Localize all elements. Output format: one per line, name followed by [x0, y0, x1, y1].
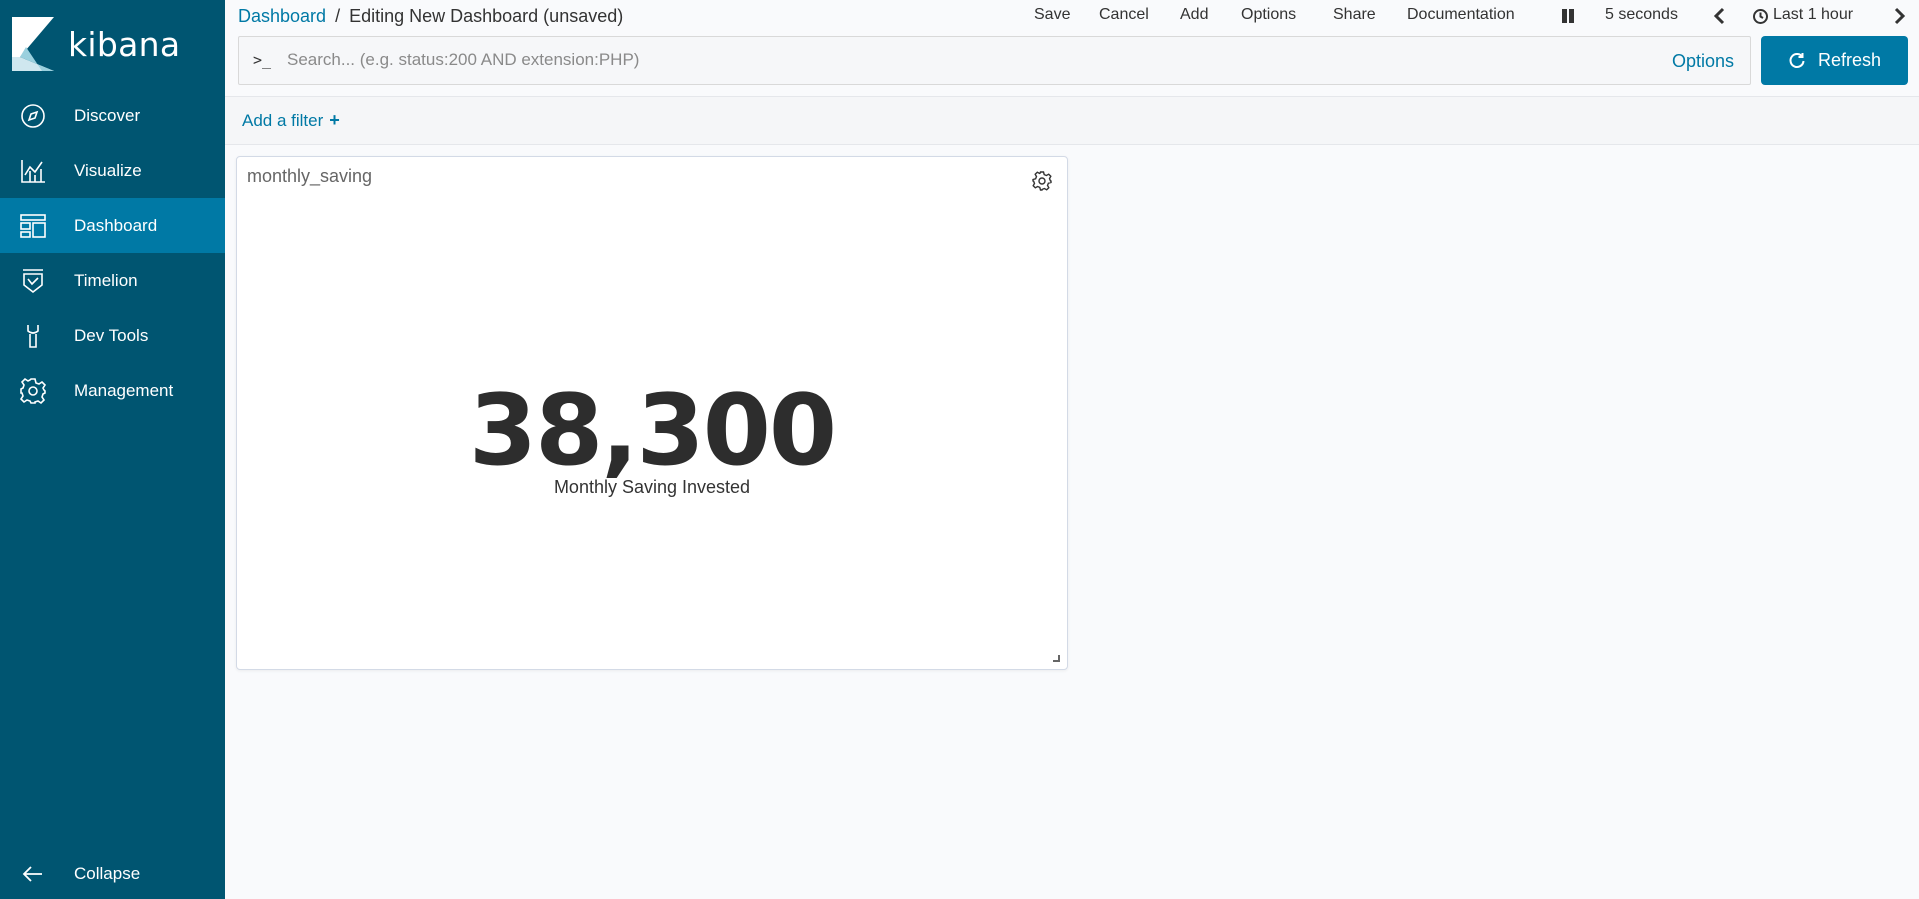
search-input[interactable] [287, 45, 1587, 75]
time-range-picker[interactable]: Last 1 hour [1773, 6, 1853, 24]
refresh-interval[interactable]: 5 seconds [1605, 6, 1678, 24]
sidebar: kibana Discover Visualize Dashboard Time… [0, 0, 225, 899]
query-prompt-icon: >_ [253, 51, 272, 69]
arrow-left-icon [19, 860, 47, 888]
add-filter-button[interactable]: Add a filter + [242, 110, 340, 131]
page-title: Editing New Dashboard (unsaved) [349, 6, 624, 26]
share-button[interactable]: Share [1333, 6, 1376, 24]
sidebar-item-label: Timelion [74, 270, 138, 290]
refresh-icon [1789, 52, 1805, 68]
sidebar-item-timelion[interactable]: Timelion [0, 253, 225, 308]
kibana-logo-icon [12, 17, 54, 71]
panel-gear-icon[interactable] [1031, 170, 1053, 192]
sidebar-item-label: Visualize [74, 160, 142, 180]
dashboard-panel: monthly_saving 38,300 Monthly Saving Inv… [236, 156, 1068, 670]
chevron-left-icon[interactable] [1712, 7, 1726, 30]
cancel-button[interactable]: Cancel [1099, 6, 1149, 24]
sidebar-item-visualize[interactable]: Visualize [0, 143, 225, 198]
clock-icon [1752, 8, 1769, 30]
sidebar-item-label: Management [74, 380, 174, 400]
gear-icon [19, 377, 47, 405]
filter-bar: Add a filter + [225, 96, 1919, 145]
compass-icon [19, 102, 47, 130]
query-bar: >_ Options [238, 36, 1751, 85]
query-options-button[interactable]: Options [1672, 51, 1734, 72]
timelion-icon [19, 267, 47, 295]
add-button[interactable]: Add [1180, 6, 1208, 24]
metric-value: 38,300 [468, 374, 837, 488]
wrench-icon [19, 322, 47, 350]
sidebar-item-label: Discover [74, 105, 141, 125]
panel-title: monthly_saving [247, 166, 373, 186]
sidebar-item-dev-tools[interactable]: Dev Tools [0, 308, 225, 363]
documentation-link[interactable]: Documentation [1407, 6, 1515, 24]
collapse-label: Collapse [74, 864, 141, 883]
breadcrumb-dashboard-link[interactable]: Dashboard [238, 6, 326, 27]
refresh-button[interactable]: Refresh [1761, 36, 1908, 85]
metric-label: Monthly Saving Invested [553, 477, 751, 497]
add-filter-label: Add a filter [242, 110, 324, 130]
logo-text: kibana [68, 24, 181, 64]
sidebar-item-label: Dashboard [74, 215, 158, 235]
panel-resize-handle[interactable] [1053, 655, 1060, 662]
chart-icon [19, 157, 47, 185]
sidebar-nav: Discover Visualize Dashboard Timelion De… [0, 88, 225, 418]
sidebar-item-discover[interactable]: Discover [0, 88, 225, 143]
options-menu-button[interactable]: Options [1241, 6, 1296, 24]
sidebar-item-dashboard[interactable]: Dashboard [0, 198, 225, 253]
sidebar-item-label: Dev Tools [74, 325, 149, 345]
breadcrumb-separator: / [335, 6, 341, 26]
pause-icon[interactable] [1561, 8, 1575, 29]
kibana-logo[interactable]: kibana [12, 17, 212, 71]
refresh-label: Refresh [1817, 50, 1882, 70]
save-button[interactable]: Save [1034, 6, 1070, 24]
breadcrumb: Dashboard / Editing New Dashboard (unsav… [238, 6, 623, 27]
chevron-right-icon[interactable] [1893, 7, 1907, 30]
sidebar-item-management[interactable]: Management [0, 363, 225, 418]
plus-icon: + [329, 110, 340, 130]
dashboard-icon [19, 212, 47, 240]
collapse-button[interactable]: Collapse [0, 849, 225, 899]
